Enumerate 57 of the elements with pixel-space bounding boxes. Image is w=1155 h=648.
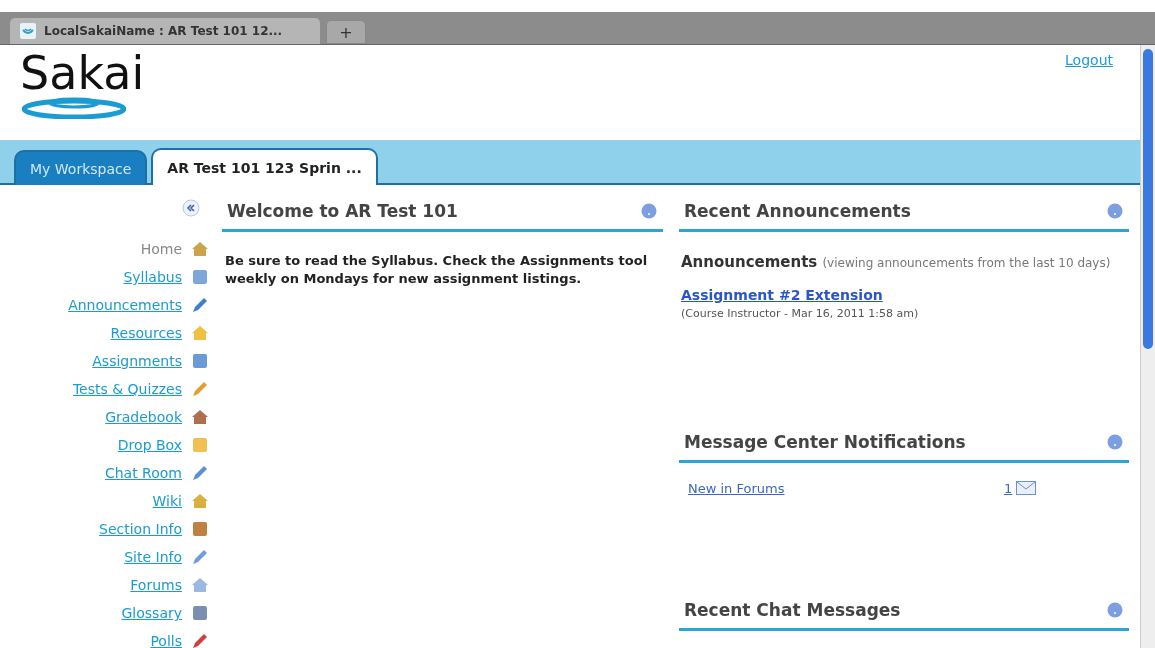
site-tab[interactable]: My Workspace <box>14 150 148 185</box>
help-icon[interactable] <box>1107 601 1123 618</box>
tool-menu-link[interactable]: Chat Room <box>104 465 182 481</box>
message-count-link[interactable]: 1 <box>1004 480 1013 496</box>
tool-menu-link[interactable]: Announcements <box>68 297 182 313</box>
browser-tab-title: LocalSakaiName : AR Test 101 12... <box>44 24 283 38</box>
tool-menu-link[interactable]: Polls <box>150 633 182 648</box>
welcome-message: Be sure to read the Syllabus. Check the Assignments tool weekly on Mondays for new assignment listings. <box>225 252 649 289</box>
envelope-icon <box>1016 481 1037 496</box>
new-tab-button[interactable]: + <box>326 20 366 44</box>
collapse-menu-icon[interactable] <box>182 199 200 217</box>
scrollbar[interactable] <box>1140 45 1155 648</box>
announcements-note: (viewing announcements from the last 10 days) <box>822 256 1111 270</box>
tool-menu-link[interactable]: Gradebook <box>105 409 182 425</box>
tool-icon <box>190 351 210 371</box>
tool-menu-item[interactable]: Home <box>140 241 182 257</box>
announcements-heading: Announcements <box>681 253 818 271</box>
announcement-link[interactable]: Assignment #2 Extension <box>681 286 883 303</box>
help-icon[interactable] <box>1107 433 1123 450</box>
scrollbar-thumb[interactable] <box>1143 49 1153 349</box>
portlet-title: Message Center Notifications <box>684 431 966 452</box>
logout-link[interactable]: Logout <box>1065 52 1113 68</box>
portlet-title: Welcome to AR Test 101 <box>227 201 458 221</box>
browser-tab[interactable]: LocalSakaiName : AR Test 101 12... <box>10 18 320 44</box>
tool-icon <box>190 239 210 259</box>
tool-menu-link[interactable]: Wiki <box>152 493 182 509</box>
portlet-title: Recent Chat Messages <box>684 599 901 620</box>
tool-menu-link[interactable]: Drop Box <box>117 437 182 453</box>
help-icon[interactable] <box>1107 203 1123 219</box>
tool-icon <box>190 519 210 539</box>
tool-icon <box>190 267 210 287</box>
portlet-title: Recent Announcements <box>684 201 911 221</box>
tool-menu-link[interactable]: Forums <box>130 577 182 593</box>
tool-icon <box>190 631 210 648</box>
tool-menu-link[interactable]: Site Info <box>124 549 182 565</box>
announcement-meta: (Course Instructor - Mar 16, 2011 1:58 am) <box>681 306 920 320</box>
tool-menu-link[interactable]: Glossary <box>121 605 182 621</box>
site-tab[interactable]: AR Test 101 123 Sprin ... <box>151 148 378 185</box>
tool-menu-link[interactable]: Section Info <box>99 521 182 537</box>
forum-notification-link[interactable]: New in Forums <box>688 480 1000 496</box>
tool-menu-link[interactable]: Syllabus <box>123 269 182 285</box>
tool-icon <box>190 603 210 623</box>
tool-icon <box>190 407 210 427</box>
help-icon[interactable] <box>641 203 657 219</box>
tool-icon <box>190 575 210 595</box>
tool-menu-link[interactable]: Assignments <box>92 353 182 369</box>
tool-icon <box>190 491 210 511</box>
tool-icon <box>190 547 210 567</box>
tool-menu-link[interactable]: Tests & Quizzes <box>72 381 182 397</box>
tool-icon <box>190 295 210 315</box>
tool-icon <box>190 463 210 483</box>
tool-icon <box>190 323 210 343</box>
tool-icon <box>190 435 210 455</box>
tool-icon <box>190 379 210 399</box>
tool-menu-link[interactable]: Resources <box>110 325 182 341</box>
sakai-favicon-icon <box>20 23 36 39</box>
sakai-logo: Sakai <box>20 47 145 99</box>
